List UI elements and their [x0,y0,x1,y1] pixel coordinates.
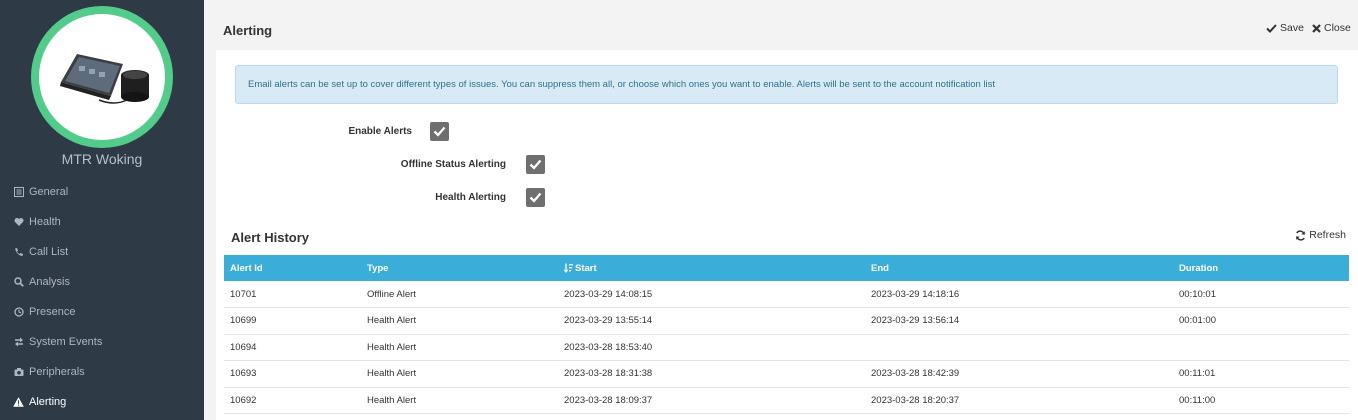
search-icon [13,277,24,288]
save-label: Save [1280,22,1304,34]
sidebar-item-label: Analysis [29,276,70,288]
column-header-start-label: Start [575,262,597,274]
column-header-start[interactable]: Start [558,255,865,281]
cell-start: 2023-03-28 18:31:38 [558,360,865,388]
check-icon [529,192,542,203]
cell-alert-id: 10699 [224,307,361,335]
refresh-label: Refresh [1309,229,1346,241]
offline-status-option: Offline Status Alerting [366,155,545,174]
offline-status-checkbox[interactable] [526,155,545,174]
health-alerting-checkbox[interactable] [526,188,545,207]
page-title: Alerting [223,23,273,38]
column-header-duration[interactable]: Duration [1173,255,1349,281]
column-header-end[interactable]: End [865,255,1173,281]
table-row[interactable]: 10692 Health Alert 2023-03-28 18:09:37 2… [224,387,1349,414]
table-row[interactable]: 10701 Offline Alert 2023-03-29 14:08:15 … [224,281,1349,308]
sidebar-item-alerting[interactable]: Alerting [0,387,204,417]
cell-duration: 00:11:00 [1173,387,1349,414]
sidebar-item-label: Alerting [29,396,67,408]
sidebar-item-label: Call List [29,246,69,258]
close-label: Close [1324,22,1351,34]
sidebar-item-label: Presence [29,306,76,318]
heart-icon [13,217,24,228]
table-row[interactable]: 10693 Health Alert 2023-03-28 18:31:38 2… [224,360,1349,388]
camera-icon [13,367,24,378]
cell-duration [1173,334,1349,361]
device-name: MTR Woking [61,151,143,167]
page-header: Alerting Save Close [204,0,1358,50]
cell-alert-id: 10693 [224,360,361,388]
table-row[interactable]: 10699 Health Alert 2023-03-29 13:55:14 2… [224,307,1349,335]
sidebar-item-health[interactable]: Health [0,207,204,237]
list-icon [13,187,24,198]
cell-type: Offline Alert [361,281,558,308]
cell-alert-id: 10694 [224,334,361,361]
enable-alerts-option: Enable Alerts [336,122,449,141]
alert-history-table: Alert Id Type Start End Duration 10701 O… [224,255,1349,414]
offline-status-label: Offline Status Alerting [400,159,506,170]
cell-duration: 00:01:00 [1173,307,1349,335]
cell-start: 2023-03-29 14:08:15 [558,281,865,308]
sidebar-item-general[interactable]: General [0,177,204,207]
cell-duration: 00:11:01 [1173,360,1349,388]
cell-alert-id: 10701 [224,281,361,308]
sidebar-item-analysis[interactable]: Analysis [0,267,204,297]
sidebar-item-call-list[interactable]: Call List [0,237,204,267]
check-icon [1266,23,1277,33]
sort-icon [564,263,573,273]
column-header-type[interactable]: Type [361,255,558,281]
cell-end: 2023-03-28 18:20:37 [865,387,1173,414]
cell-type: Health Alert [361,360,558,388]
save-button[interactable]: Save [1266,22,1304,34]
device-image [39,14,165,140]
sidebar-item-presence[interactable]: Presence [0,297,204,327]
info-alert: Email alerts can be set up to cover diff… [235,65,1338,104]
enable-alerts-checkbox[interactable] [430,122,449,141]
table-row[interactable]: 10694 Health Alert 2023-03-28 18:53:40 [224,334,1349,361]
enable-alerts-label: Enable Alerts [348,126,412,137]
health-alerting-option: Health Alerting [366,188,545,207]
cell-end: 2023-03-29 13:56:14 [865,307,1173,335]
column-header-alert-id[interactable]: Alert Id [224,255,361,281]
sidebar-item-system-events[interactable]: System Events [0,327,204,357]
cell-type: Health Alert [361,387,558,414]
alerting-panel: Email alerts can be set up to cover diff… [216,50,1358,420]
check-icon [433,126,446,137]
sidebar-item-label: Health [29,216,61,228]
sidebar: MTR Woking General Health Call List Anal… [0,0,204,420]
cell-start: 2023-03-28 18:09:37 [558,387,865,414]
sidebar-nav: General Health Call List Analysis Presen… [0,177,204,417]
phone-icon [13,247,24,258]
cell-end [865,334,1173,361]
main-content: Alerting Save Close Email alerts can be … [204,0,1358,420]
warning-icon [13,397,24,408]
clock-icon [13,307,24,318]
sidebar-item-label: General [29,186,69,198]
exchange-icon [13,337,24,348]
close-button[interactable]: Close [1312,22,1351,34]
cell-duration: 00:10:01 [1173,281,1349,308]
cell-start: 2023-03-28 18:53:40 [558,334,865,361]
sidebar-item-peripherals[interactable]: Peripherals [0,357,204,387]
cell-type: Health Alert [361,334,558,361]
device-avatar [31,6,173,148]
cell-end: 2023-03-29 14:18:16 [865,281,1173,308]
refresh-button[interactable]: Refresh [1295,229,1346,241]
table-header-row: Alert Id Type Start End Duration [224,255,1349,281]
sidebar-item-label: System Events [29,336,103,348]
cell-end: 2023-03-28 18:42:39 [865,360,1173,388]
health-alerting-label: Health Alerting [435,192,506,203]
cell-type: Health Alert [361,307,558,335]
cell-start: 2023-03-29 13:55:14 [558,307,865,335]
alert-history-title: Alert History [231,230,310,245]
cell-alert-id: 10692 [224,387,361,414]
check-icon [529,159,542,170]
sidebar-item-label: Peripherals [29,366,85,378]
refresh-icon [1296,229,1306,241]
close-icon [1312,23,1321,33]
